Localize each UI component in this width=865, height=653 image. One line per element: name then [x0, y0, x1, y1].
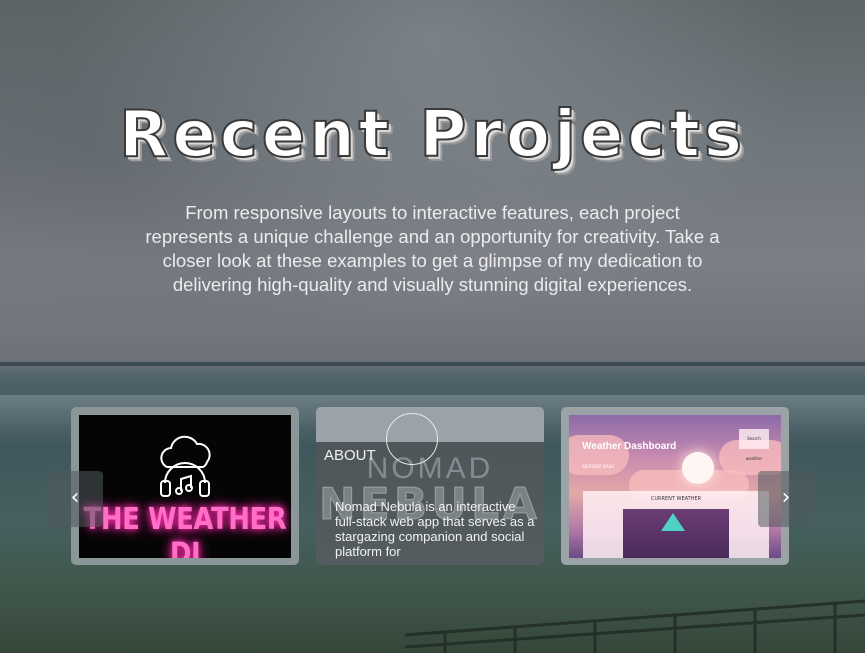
- logo-circle: [386, 413, 438, 465]
- card-description: Nomad Nebula is an interactive full-stac…: [335, 499, 535, 559]
- sun-icon: [682, 452, 714, 484]
- card-heading: ABOUT: [324, 447, 376, 464]
- weather-dashboard-image: Weather Dashboard WEATHER DASH Search we…: [569, 415, 781, 558]
- mountain-icon: [661, 513, 685, 531]
- page-title: Recent Projects: [118, 97, 746, 173]
- dashboard-panel-title: CURRENT WEATHER: [650, 496, 702, 502]
- project-card-weather-dj[interactable]: THE WEATHER DJ: [71, 407, 299, 565]
- dashboard-search-button: Search weather: [739, 429, 769, 461]
- chevron-left-icon: ‹: [70, 485, 80, 510]
- cloud-headphones-icon: [160, 435, 211, 497]
- background-sky: [0, 0, 865, 380]
- weather-dj-title: THE WEATHER DJ: [83, 502, 287, 559]
- dashboard-title: Weather Dashboard: [582, 441, 677, 452]
- background-fence: [405, 599, 865, 653]
- chevron-right-icon: ›: [781, 485, 791, 510]
- project-card-weather-dashboard[interactable]: Weather Dashboard WEATHER DASH Search we…: [561, 407, 789, 565]
- weather-dj-image: THE WEATHER DJ: [79, 415, 291, 558]
- dashboard-subtitle: WEATHER DASH: [582, 464, 615, 469]
- carousel-next-button[interactable]: ›: [758, 471, 814, 527]
- projects-carousel: THE WEATHER DJ NOMAD NEBULA ABOUT Nomad …: [0, 405, 865, 570]
- carousel-prev-button[interactable]: ‹: [47, 471, 103, 527]
- intro-text: From responsive layouts to interactive f…: [145, 202, 720, 295]
- project-card-nomad-nebula[interactable]: NOMAD NEBULA ABOUT Nomad Nebula is an in…: [316, 407, 544, 565]
- background-horizon: [0, 362, 865, 366]
